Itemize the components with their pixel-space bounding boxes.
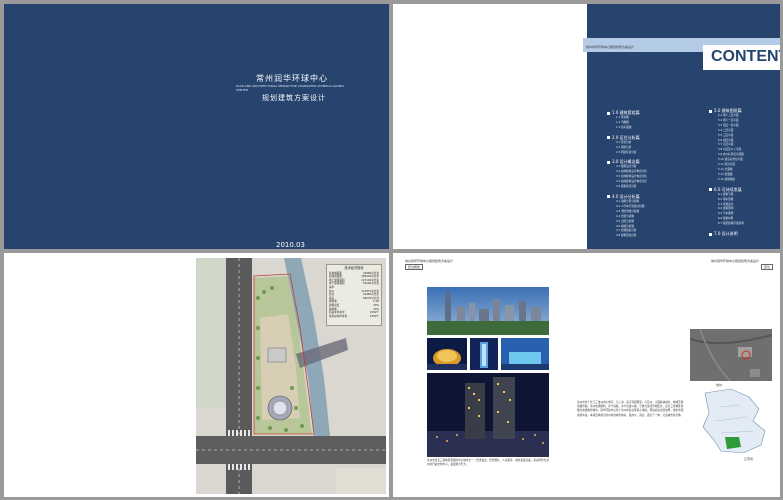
photo-caption-text: 常州市是长三角地区重要的中心城市之一，经济发达、历史悠久、人文荟萃，城市发展迅速… xyxy=(427,459,549,467)
towers-night-photo xyxy=(427,373,549,457)
site-plan-page: 技术经济指标 总用地面积 41869平方米 总建筑面积 268300平方米 地上建筑面积… xyxy=(4,253,389,497)
toc-item[interactable]: 3.5 建筑造型分析 xyxy=(616,185,687,190)
toc-item[interactable]: 1.3 总平面图 xyxy=(616,126,687,131)
toc-item[interactable]: 5.14 建筑构造 xyxy=(718,178,779,183)
location-page: 常州润华环球中心规划建筑方案设计 区位概述 常州润华环球中心规划建筑方案设计 区… xyxy=(393,253,780,497)
contents-band-text: 常州润华环球中心规划建筑方案设计 xyxy=(586,45,635,49)
toc-item[interactable]: 4.8 建筑形态分析 xyxy=(616,234,687,239)
toc-bullet-icon xyxy=(709,109,712,113)
page-header-right-tag: 区位 xyxy=(761,264,774,270)
legend-rows: 总用地面积 41869平方米 总建筑面积 268300平方米 地上建筑面积 213100平… xyxy=(329,272,379,319)
location-description: 常州市位于长江三角洲中心地带，与上海、南京等距相望，与苏州、无锡联袂成片，构成苏… xyxy=(577,401,684,417)
legend-row: 非机动车停车位 2300个 xyxy=(329,315,379,319)
page-header-left: 常州润华环球中心规划建筑方案设计 xyxy=(405,259,454,263)
toc-section-label: 1.0 建筑套组篇 xyxy=(612,110,640,115)
site-plan-legend: 技术经济指标 总用地面积 41869平方米 总建筑面积 268300平方米 地上建筑面积… xyxy=(326,264,382,326)
blue-building-photo xyxy=(501,338,549,370)
dome-night-photo xyxy=(427,338,467,370)
toc-section-label: 4.0 设计分析篇 xyxy=(612,193,640,199)
toc-section-label: 2.0 区位分析篇 xyxy=(612,134,640,140)
city-skyline-photo xyxy=(427,287,549,335)
toc-section-label: 3.0 设计概念篇 xyxy=(612,159,640,165)
legend-value: 55200平方米 xyxy=(362,282,379,286)
legend-value: 2300个 xyxy=(369,314,379,318)
cover-page: 常州润华环球中心 PLAN AND ARCHITECTURAL DESIGN F… xyxy=(4,4,389,249)
cover-title-english: PLAN AND ARCHITECTURAL DESIGN FOR CHANGZ… xyxy=(236,84,345,92)
province-map xyxy=(691,387,773,457)
site-plan-drawing: 技术经济指标 总用地面积 41869平方米 总建筑面积 268300平方米 地上建筑面积… xyxy=(196,258,386,494)
cover-title: 常州润华环球中心 xyxy=(256,74,328,83)
toc-section[interactable]: 7.0 设计说明 xyxy=(709,231,779,237)
cover-subtitle: 规划建筑方案设计 xyxy=(262,94,326,102)
page-header-left-tag: 区位概述 xyxy=(405,264,424,270)
toc-bullet-icon xyxy=(709,232,712,236)
toc-bullet-icon xyxy=(607,160,610,164)
satellite-map xyxy=(690,329,772,381)
toc-item[interactable]: 2.3 周边环境分析 xyxy=(616,151,687,156)
toc-item[interactable]: 6.7 规范建筑环境说明 xyxy=(718,222,779,227)
toc-section-label: 5.0 建筑图纸篇 xyxy=(714,108,742,113)
contents-page: 常州润华环球中心规划建筑方案设计 CONTENT 1.0 建筑套组篇1.1 区位… xyxy=(393,4,780,249)
legend-key: 非机动车停车位 xyxy=(329,314,348,318)
legend-title: 技术经济指标 xyxy=(344,266,364,270)
toc-section-label: 7.0 设计说明 xyxy=(714,231,738,237)
contents-title: CONTENT xyxy=(711,48,780,65)
page-header-right: 常州润华环球中心规划建筑方案设计 xyxy=(711,259,760,263)
toc-bullet-icon xyxy=(709,188,712,192)
toc-section-label: 6.0 可持续发展 xyxy=(714,186,742,192)
toc-bullet-icon xyxy=(607,111,610,115)
toc-right-column: 5.0 建筑图纸篇 5.1 地下二层平面 5.2 地下一层平面 5.3 首层一层平面 5… xyxy=(709,108,779,237)
province-map-caption: 江苏省 xyxy=(744,457,754,461)
cover-date: 2010.03 xyxy=(276,241,305,249)
spread-sheet: 常州润华环球中心 PLAN AND ARCHITECTURAL DESIGN F… xyxy=(0,0,783,500)
tower-night-photo xyxy=(470,338,498,370)
toc-bullet-icon xyxy=(607,195,610,199)
toc-bullet-icon xyxy=(607,136,610,140)
toc-left-column: 1.0 建筑套组篇 1.1 区位图 1.2 鸟瞰图 1.3 总平面图 2.0 区位分析篇… xyxy=(607,110,687,239)
